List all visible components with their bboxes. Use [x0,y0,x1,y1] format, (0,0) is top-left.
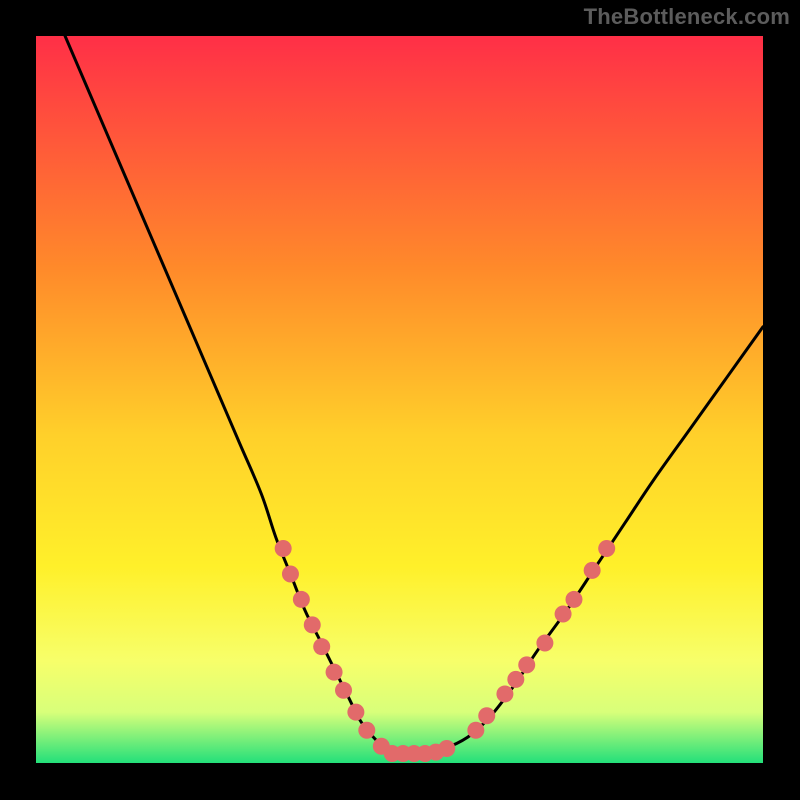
data-point [496,685,513,702]
data-point [478,707,495,724]
data-point [555,605,572,622]
data-point [438,740,455,757]
data-point [565,591,582,608]
data-point [335,682,352,699]
chart-svg [0,0,800,800]
data-point [358,722,375,739]
data-point [467,722,484,739]
data-point [275,540,292,557]
data-point [326,664,343,681]
data-point [507,671,524,688]
data-point [313,638,330,655]
data-point [518,656,535,673]
plot-background [36,36,763,763]
data-point [584,562,601,579]
chart-stage: TheBottleneck.com [0,0,800,800]
watermark-text: TheBottleneck.com [584,4,790,30]
data-point [282,565,299,582]
data-point [293,591,310,608]
data-point [598,540,615,557]
data-point [347,704,364,721]
data-point [304,616,321,633]
data-point [536,635,553,652]
